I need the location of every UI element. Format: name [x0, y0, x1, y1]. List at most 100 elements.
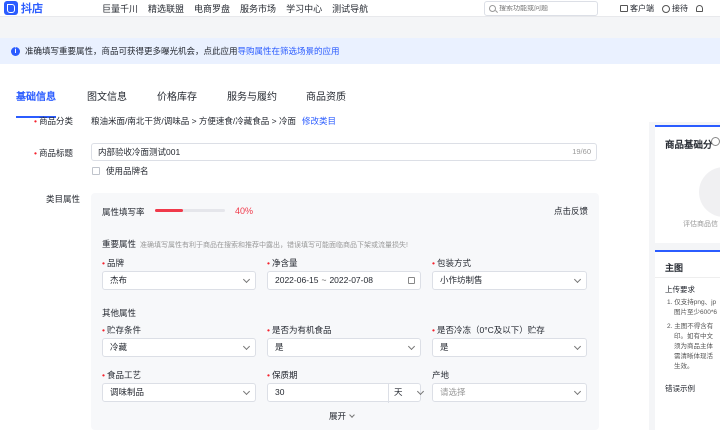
search-icon: [489, 5, 496, 12]
frozen-storage-select[interactable]: 是: [432, 338, 587, 357]
main-image-guide-panel: 主图 上传要求 1. 仅支持png、jp 图片至少600*6 2. 主图不得含有…: [655, 250, 720, 430]
feedback-link[interactable]: 点击反馈: [554, 205, 588, 217]
guide-line: 图片至少600*6: [674, 309, 717, 316]
nav-item-test-nav[interactable]: 测试导航: [332, 2, 368, 15]
score-ring: [699, 167, 720, 217]
chevron-down-icon: [242, 275, 251, 284]
contact-label: 接待: [672, 4, 688, 13]
title-label: • 商品标题: [34, 148, 73, 158]
range-start: 2022-06-15: [275, 275, 319, 285]
contact-button[interactable]: 接待: [662, 3, 688, 14]
category-label: • 商品分类: [34, 116, 73, 126]
headset-icon: [662, 4, 670, 13]
important-attrs-desc: 准确填写属性有利于商品在搜索和推荐中露出，错误填写可能面临商品下架或流量损失!: [140, 242, 408, 249]
product-title-input[interactable]: 内部验收冷面测试001 19/60: [91, 143, 597, 161]
range-end: 2022-07-08: [329, 275, 373, 285]
important-attrs-title: 重要属性 准确填写属性有利于商品在搜索和推荐中露出，错误填写可能面临商品下架或流量…: [102, 239, 408, 249]
search-box[interactable]: [484, 1, 598, 16]
fill-rate-track: [155, 209, 225, 212]
other-attrs-title: 其他属性: [102, 308, 137, 318]
category-path: 粮油米面/南北干货/调味品 > 方便速食/冷藏食品 > 冷面 修改类目: [91, 116, 336, 126]
storage-select[interactable]: 冷藏: [102, 338, 256, 357]
error-example-title: 错误示例: [665, 384, 695, 393]
checkbox-box[interactable]: [92, 167, 100, 175]
chevron-down-icon: [573, 387, 582, 396]
product-title-value: 内部验收冷面测试001: [98, 147, 181, 157]
packaging-select[interactable]: 小作坊制售: [432, 271, 587, 290]
info-icon: i: [11, 46, 20, 56]
search-input[interactable]: [499, 5, 589, 12]
chevron-down-icon: [416, 387, 424, 396]
fill-rate-percent: 40%: [235, 206, 254, 216]
notice-text: 准确填写重要属性，商品可获得更多曝光机会，点此应用导购属性在筛选场景的应用: [25, 46, 340, 56]
monitor-icon: [620, 5, 628, 12]
frozen-storage-label: • 是否冷冻（0°C及以下）贮存: [432, 325, 545, 335]
chevron-down-icon: [573, 342, 582, 351]
main-image-title: 主图: [665, 263, 684, 273]
guide-line: 2. 主图不得含有: [667, 323, 714, 330]
origin-select[interactable]: 请选择: [432, 383, 587, 402]
douyin-shop-logo-icon: [4, 1, 18, 15]
app-name: 抖店: [21, 3, 43, 15]
guide-line: 生效。: [674, 363, 694, 370]
tab-basic-info[interactable]: 基础信息: [16, 88, 56, 103]
score-desc: 评估商品信: [683, 221, 718, 228]
expand-button[interactable]: 展开: [329, 410, 355, 422]
edit-category-link[interactable]: 修改类目: [302, 116, 336, 126]
guide-line: 印。如有中文: [674, 333, 713, 340]
guide-line: 1. 仅支持png、jp: [667, 299, 717, 306]
tab-price-stock[interactable]: 价格库存: [157, 88, 197, 103]
chevron-down-icon: [349, 412, 355, 418]
calendar-icon: [408, 277, 415, 284]
client-label: 客户端: [630, 4, 654, 13]
brand-label: • 品牌: [102, 258, 124, 268]
score-title: 商品基础分: [665, 140, 713, 151]
app-logo[interactable]: 抖店: [4, 0, 102, 16]
chevron-down-icon: [242, 387, 251, 396]
range-separator: ~: [321, 275, 327, 285]
organic-select[interactable]: 是: [267, 338, 421, 357]
top-right-actions: 客户端 接待: [620, 0, 703, 17]
shelf-life-input[interactable]: 30 天: [267, 383, 424, 403]
tab-service-fulfillment[interactable]: 服务与履约: [227, 88, 277, 103]
title-char-counter: 19/60: [572, 147, 591, 156]
tab-bar: 基础信息 图文信息 价格库存 服务与履约 商品资质: [0, 64, 720, 122]
nav-item-learning[interactable]: 学习中心: [286, 2, 322, 15]
chevron-down-icon: [573, 275, 582, 284]
packaging-label: • 包装方式: [432, 258, 471, 268]
attribute-panel: 属性填写率 40% 点击反馈 重要属性 准确填写属性有利于商品在搜索和推荐中露出，…: [91, 193, 599, 430]
origin-label: 产地: [432, 370, 450, 380]
chevron-down-icon: [242, 342, 251, 351]
top-bar: 抖店 巨量千川 精选联盟 电商罗盘 服务市场 学习中心 测试导航 客户端 接待: [0, 0, 720, 17]
tab-media-info[interactable]: 图文信息: [87, 88, 127, 103]
brand-select[interactable]: 杰布: [102, 271, 256, 290]
upload-req-title: 上传要求: [665, 285, 695, 294]
organic-label: • 是否为有机食品: [267, 325, 332, 335]
client-button[interactable]: 客户端: [620, 3, 654, 14]
storage-label: • 贮存条件: [102, 325, 141, 335]
nav-item-service-market[interactable]: 服务市场: [240, 2, 276, 15]
product-score-panel: 商品基础分 评估商品信: [655, 125, 720, 243]
guide-line: 需清晰体现活: [674, 353, 713, 360]
notice-banner: i 准确填写重要属性，商品可获得更多曝光机会，点此应用导购属性在筛选场景的应用: [0, 38, 720, 64]
shelf-life-label: • 保质期: [267, 370, 298, 380]
fill-rate-label: 属性填写率: [102, 207, 145, 217]
bell-icon[interactable]: [696, 5, 703, 12]
use-brand-label: 使用品牌名: [106, 166, 149, 176]
food-process-label: • 食品工艺: [102, 370, 141, 380]
notice-link[interactable]: 导购属性在筛选场景的应用: [238, 46, 340, 56]
tab-qualification[interactable]: 商品资质: [306, 88, 346, 103]
help-icon[interactable]: [711, 137, 720, 146]
panel-divider: [655, 277, 720, 278]
nav-item-alliance[interactable]: 精选联盟: [148, 2, 184, 15]
nav-item-qianchuan[interactable]: 巨量千川: [102, 2, 138, 15]
shelf-life-unit-select[interactable]: 天: [388, 384, 424, 403]
nav-item-compass[interactable]: 电商罗盘: [194, 2, 230, 15]
top-nav: 巨量千川 精选联盟 电商罗盘 服务市场 学习中心 测试导航: [102, 2, 368, 15]
fill-rate-bar: [155, 209, 183, 212]
use-brand-checkbox[interactable]: 使用品牌名: [92, 165, 149, 177]
category-attr-label: 类目属性: [46, 194, 81, 204]
chevron-down-icon: [407, 342, 416, 351]
food-process-select[interactable]: 调味制品: [102, 383, 256, 402]
net-content-date-range[interactable]: 2022-06-15 ~2022-07-08: [267, 271, 421, 290]
